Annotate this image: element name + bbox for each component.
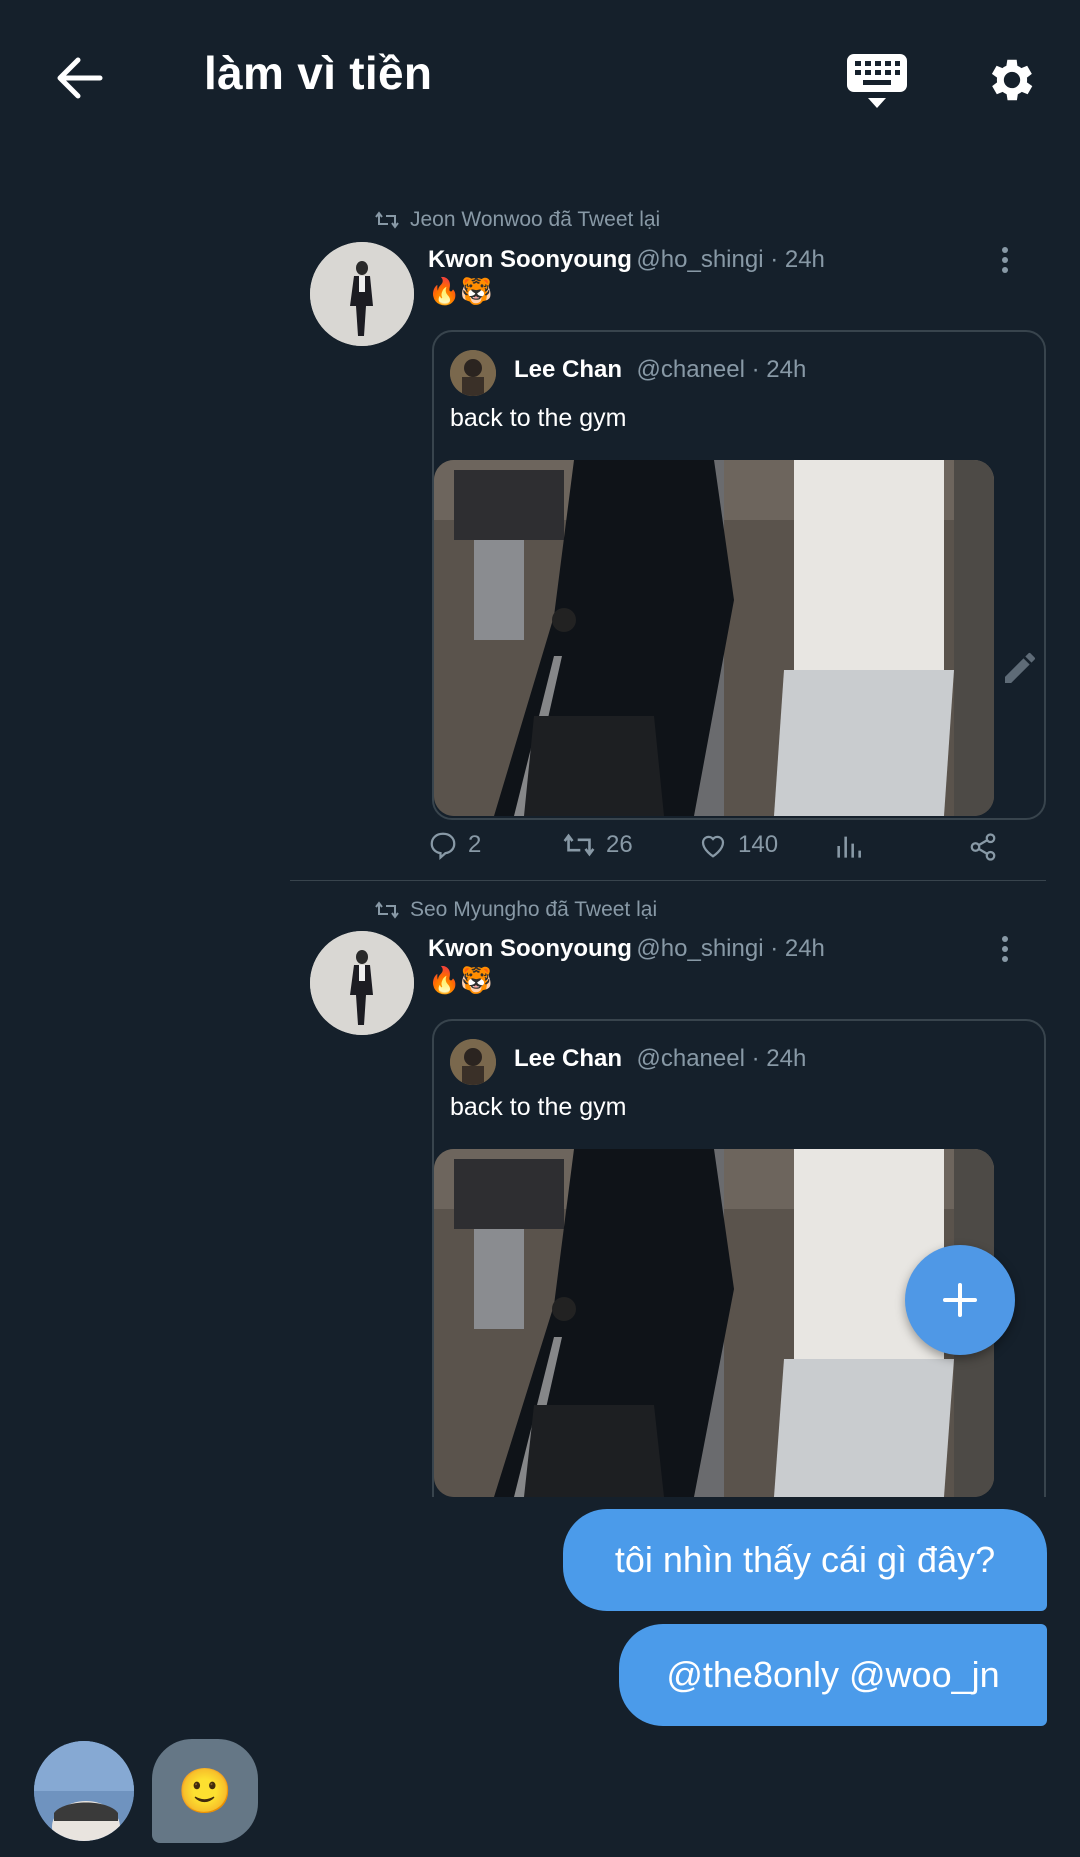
top-app-bar: làm vì tiền: [0, 0, 1080, 160]
like-count: 140: [738, 831, 779, 858]
author-avatar[interactable]: [310, 931, 414, 1035]
reply-action[interactable]: 2: [428, 830, 481, 860]
quoted-author-handle-time: @chaneel · 24h: [636, 1045, 807, 1072]
avatar-photo: [310, 242, 414, 346]
more-options-icon[interactable]: [1001, 935, 1009, 963]
pencil-icon[interactable]: [1000, 648, 1040, 688]
reply-count: 2: [468, 831, 482, 858]
tweet-text: 🔥🐯: [428, 276, 493, 306]
compose-fab[interactable]: [905, 1245, 1015, 1355]
retweet-context: Seo Myungho đã Tweet lại: [374, 898, 657, 922]
gym-photo[interactable]: [434, 460, 994, 816]
quoted-author-avatar: [450, 1039, 496, 1085]
share-icon[interactable]: [968, 832, 998, 862]
retweeted-by-label: Seo Myungho đã Tweet lại: [410, 898, 658, 921]
reply-icon: [430, 832, 456, 860]
participant-avatar[interactable]: [34, 1741, 134, 1841]
message-text: tôi nhìn thấy cái gì đây?: [614, 1539, 996, 1580]
author-handle-time: @ho_shingi · 24h: [636, 935, 825, 962]
divider: [290, 880, 1046, 881]
quoted-tweet-header: Lee Chan @chaneel · 24h: [514, 1045, 806, 1073]
gym-photo-image: [434, 460, 994, 816]
author-avatar[interactable]: [310, 242, 414, 346]
quoted-author-name: Lee Chan: [514, 1045, 623, 1072]
retweet-icon: [375, 211, 399, 229]
tweet-text: 🔥🐯: [428, 965, 493, 995]
quoted-author-avatar: [450, 350, 496, 396]
analytics-icon[interactable]: [834, 832, 862, 860]
author-handle-time: @ho_shingi · 24h: [636, 246, 825, 273]
retweet-action[interactable]: 26: [562, 830, 633, 860]
quoted-author-handle-time: @chaneel · 24h: [636, 356, 807, 383]
retweet-context: Jeon Wonwoo đã Tweet lại: [374, 208, 660, 232]
smiley-emoji: 🙂: [177, 1767, 233, 1816]
heart-icon: [701, 835, 725, 858]
tweet-header: Kwon Soonyoung @ho_shingi · 24h: [428, 246, 825, 274]
quoted-tweet[interactable]: Lee Chan @chaneel · 24h back to the gym: [432, 330, 1046, 820]
quoted-tweet-header: Lee Chan @chaneel · 24h: [514, 356, 806, 384]
avatar-photo: [450, 350, 496, 396]
plus-icon: [943, 1283, 977, 1317]
tweet-actions: 2 26 140: [428, 830, 1008, 866]
retweet-icon: [563, 833, 595, 857]
author-name[interactable]: Kwon Soonyoung: [428, 246, 632, 273]
emoji-reaction-bubble[interactable]: 🙂: [152, 1739, 258, 1843]
avatar-photo: [34, 1741, 134, 1841]
sent-message[interactable]: @the8only @woo_jn: [619, 1624, 1047, 1726]
avatar-photo: [310, 931, 414, 1035]
keyboard-icon[interactable]: [846, 52, 908, 110]
message-text: @the8only @woo_jn: [666, 1654, 1000, 1695]
more-options-icon[interactable]: [1001, 246, 1009, 274]
arrow-left-icon[interactable]: [52, 52, 104, 104]
like-action[interactable]: 140: [698, 830, 778, 860]
conversation-title: làm vì tiền: [204, 47, 433, 99]
quoted-tweet-text: back to the gym: [450, 404, 627, 432]
retweeted-by-label: Jeon Wonwoo đã Tweet lại: [410, 208, 661, 231]
quoted-author-name: Lee Chan: [514, 356, 623, 383]
sent-message[interactable]: tôi nhìn thấy cái gì đây?: [563, 1509, 1047, 1611]
retweet-icon: [375, 901, 399, 919]
quoted-tweet-text: back to the gym: [450, 1093, 627, 1121]
avatar-photo: [450, 1039, 496, 1085]
gear-icon[interactable]: [984, 52, 1040, 108]
retweet-count: 26: [606, 831, 633, 858]
author-name[interactable]: Kwon Soonyoung: [428, 935, 632, 962]
tweet-header: Kwon Soonyoung @ho_shingi · 24h: [428, 935, 825, 963]
